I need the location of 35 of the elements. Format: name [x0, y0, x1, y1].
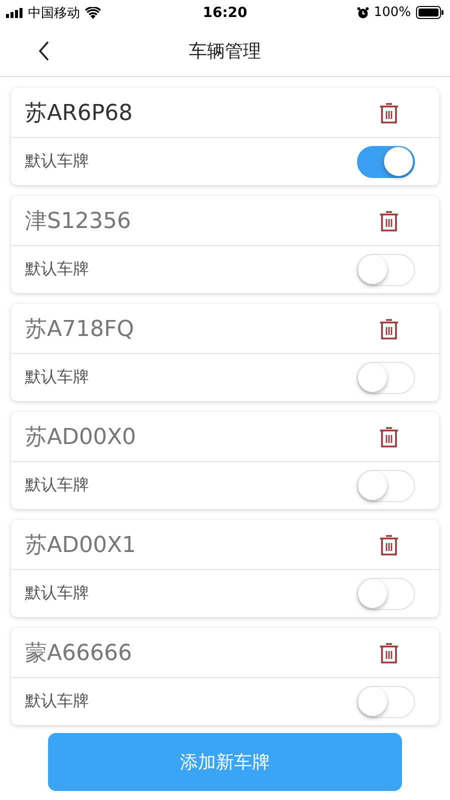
default-toggle[interactable] [357, 146, 415, 178]
delete-button[interactable] [379, 318, 399, 340]
trash-icon [379, 318, 399, 340]
default-plate-label: 默认车牌 [25, 475, 89, 496]
plate-number: 苏AR6P68 [25, 100, 133, 128]
wifi-icon [85, 6, 101, 18]
delete-button[interactable] [379, 642, 399, 664]
plate-number: 蒙A66666 [25, 640, 132, 668]
add-plate-button[interactable]: 添加新车牌 [48, 733, 402, 791]
battery-percent: 100% [374, 5, 411, 20]
trash-icon [379, 426, 399, 448]
default-plate-label: 默认车牌 [25, 151, 89, 172]
delete-button[interactable] [379, 210, 399, 232]
back-icon [38, 41, 50, 61]
trash-icon [379, 534, 399, 556]
default-plate-label: 默认车牌 [25, 259, 89, 280]
default-plate-label: 默认车牌 [25, 583, 89, 604]
default-plate-label: 默认车牌 [25, 367, 89, 388]
plate-number: 苏AD00X1 [25, 532, 136, 560]
delete-button[interactable] [379, 534, 399, 556]
alarm-clock-icon [356, 6, 369, 18]
delete-button[interactable] [379, 426, 399, 448]
signal-icon [6, 8, 23, 18]
battery-icon [416, 6, 444, 19]
default-plate-label: 默认车牌 [25, 691, 89, 712]
trash-icon [379, 210, 399, 232]
plate-number: 苏AD00X0 [25, 424, 136, 452]
trash-icon [379, 102, 399, 124]
trash-icon [379, 642, 399, 664]
carrier-name: 中国移动 [28, 4, 80, 22]
page-title: 车辆管理 [189, 40, 261, 62]
status-time: 16:20 [202, 4, 248, 20]
plate-number: 苏A718FQ [25, 316, 134, 344]
delete-button[interactable] [379, 102, 399, 124]
plate-number: 津S12356 [25, 208, 131, 236]
